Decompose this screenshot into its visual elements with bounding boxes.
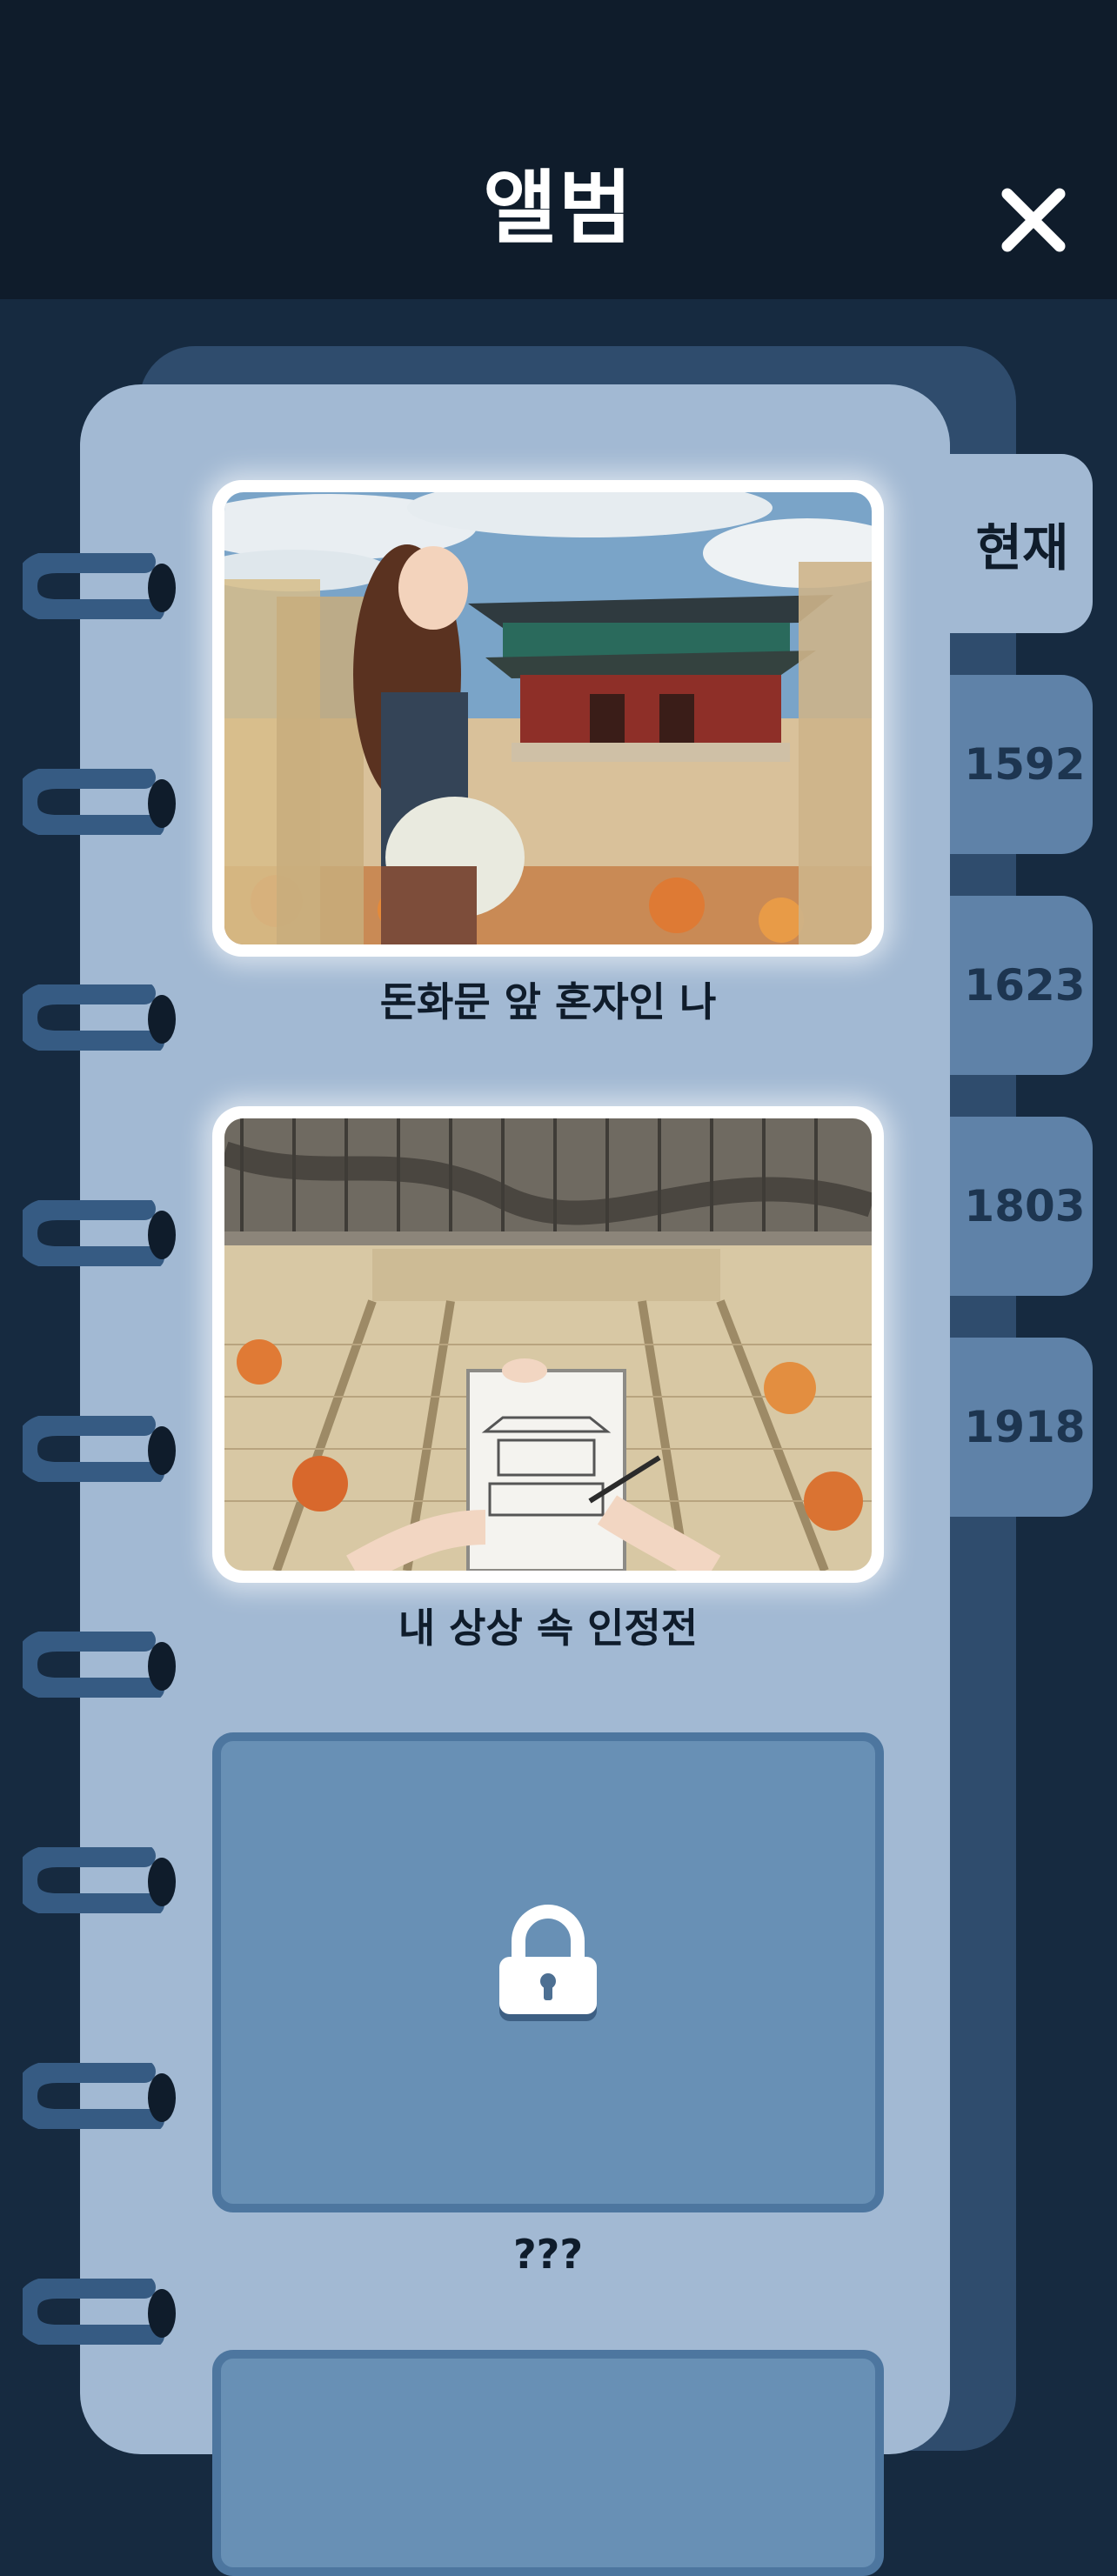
- tab-1803[interactable]: 1803: [948, 1117, 1093, 1296]
- tab-current[interactable]: 현재: [943, 454, 1093, 633]
- spiral-ring: [23, 769, 177, 835]
- spiral-ring: [23, 1632, 177, 1698]
- header-bar: 앨범: [0, 0, 1117, 299]
- spiral-ring: [23, 1416, 177, 1482]
- photo-caption-1: 돈화문 앞 혼자인 나: [379, 978, 717, 1025]
- palace-gate-illustration: [224, 492, 872, 944]
- close-icon: [1001, 188, 1066, 252]
- tab-1918[interactable]: 1918: [948, 1338, 1093, 1517]
- spiral-ring: [23, 2279, 177, 2345]
- photo-caption-3: ???: [512, 2231, 584, 2278]
- page-title: 앨범: [483, 162, 634, 255]
- sketch-hall-illustration: [224, 1118, 872, 1571]
- spiral-ring: [23, 1200, 177, 1266]
- album-photo-1[interactable]: [212, 480, 884, 957]
- close-button[interactable]: [992, 178, 1075, 262]
- tab-1623[interactable]: 1623: [948, 896, 1093, 1075]
- album-photo-2[interactable]: [212, 1106, 884, 1583]
- spiral-ring: [23, 553, 177, 619]
- photo-caption-2: 내 상상 속 인정전: [398, 1605, 699, 1652]
- lock-icon: [496, 1901, 600, 2032]
- spiral-ring: [23, 1847, 177, 1913]
- tab-1592[interactable]: 1592: [948, 675, 1093, 854]
- spiral-ring: [23, 2063, 177, 2129]
- spiral-ring: [23, 984, 177, 1051]
- locked-photo-slot[interactable]: [212, 2350, 884, 2576]
